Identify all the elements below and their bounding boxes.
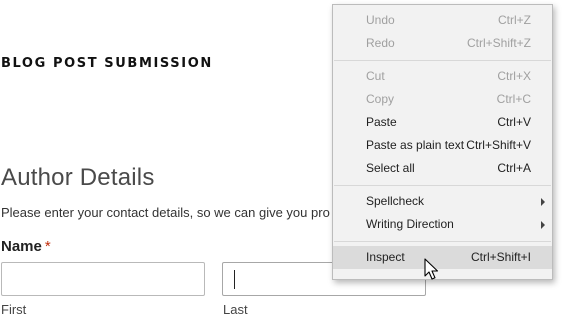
mouse-pointer-icon [424,258,439,280]
required-asterisk: * [44,238,51,255]
menu-item-label: Copy [366,92,395,106]
menu-item-shortcut: Ctrl+Z [498,13,531,27]
menu-item-label: Spellcheck [366,194,425,208]
menu-item-redo[interactable]: Redo Ctrl+Shift+Z [333,32,552,55]
chevron-right-icon [541,221,545,229]
menu-separator [334,241,551,242]
context-menu: Undo Ctrl+Z Redo Ctrl+Shift+Z Cut Ctrl+X… [332,4,553,280]
menu-item-label: Inspect [366,250,405,264]
menu-item-select-all[interactable]: Select all Ctrl+A [333,157,552,180]
first-name-input[interactable] [1,262,205,296]
menu-item-label: Select all [366,161,415,175]
last-name-sublabel: Last [223,302,248,317]
section-description: Please enter your contact details, so we… [1,205,330,220]
menu-item-label: Undo [366,13,395,27]
menu-item-shortcut: Ctrl+A [497,161,531,175]
menu-item-label: Redo [366,36,395,50]
menu-item-label: Paste as plain text [366,138,465,152]
text-caret [234,270,235,289]
menu-item-writing-direction[interactable]: Writing Direction [333,213,552,236]
name-field-label: Name * [1,238,51,255]
menu-item-copy[interactable]: Copy Ctrl+C [333,88,552,111]
chevron-right-icon [541,198,545,206]
menu-item-inspect[interactable]: Inspect Ctrl+Shift+I [333,246,552,269]
menu-item-spellcheck[interactable]: Spellcheck [333,190,552,213]
menu-item-shortcut: Ctrl+C [496,92,531,106]
menu-item-shortcut: Ctrl+Shift+V [466,138,531,152]
name-label-text: Name [1,238,42,255]
menu-separator [334,185,551,186]
first-name-sublabel: First [1,302,27,317]
menu-item-label: Writing Direction [366,217,454,231]
menu-item-label: Cut [366,69,385,83]
menu-item-label: Paste [366,115,397,129]
menu-item-shortcut: Ctrl+X [497,69,531,83]
menu-separator [334,60,551,61]
menu-item-shortcut: Ctrl+Shift+Z [466,36,531,50]
menu-item-undo[interactable]: Undo Ctrl+Z [333,9,552,32]
menu-item-cut[interactable]: Cut Ctrl+X [333,65,552,88]
menu-item-shortcut: Ctrl+Shift+I [470,250,531,264]
menu-item-shortcut: Ctrl+V [497,115,531,129]
section-title-author-details: Author Details [1,164,155,191]
menu-item-paste[interactable]: Paste Ctrl+V [333,111,552,134]
menu-item-paste-plain-text[interactable]: Paste as plain text Ctrl+Shift+V [333,134,552,157]
page-title: BLOG POST SUBMISSION [1,56,213,71]
